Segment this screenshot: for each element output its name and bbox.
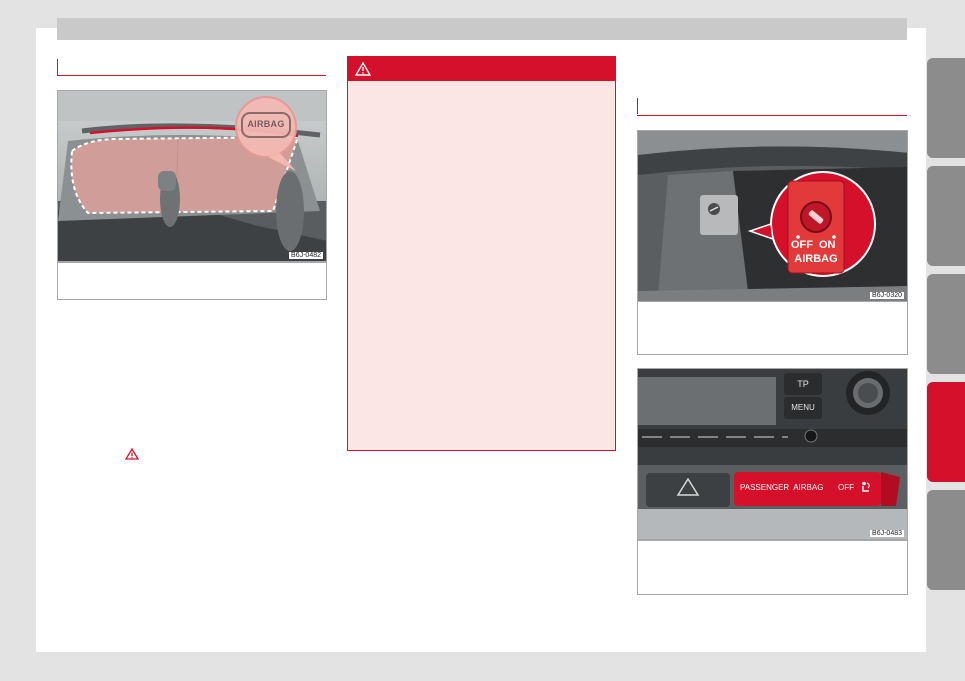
figure-code: B6J-0483 [870, 530, 904, 537]
passenger-seat-icon [862, 481, 870, 492]
curtain-airbag-illustration [58, 91, 326, 261]
airbag-badge-label: AIRBAG [247, 119, 285, 129]
tp-button-label: TP [797, 379, 809, 389]
passenger-airbag-lamp-figure: TP MENU PASSENGER AIRBAG OFF B6J-0483 [637, 368, 908, 540]
menu-button-label: MENU [791, 403, 815, 412]
chapter-tab-3[interactable] [927, 274, 965, 374]
chapter-tab-4-active[interactable] [927, 382, 965, 482]
warning-triangle-icon [355, 62, 371, 76]
manual-page: AIRBAG B6J-0482 OFF ON AIRBAG B6J-0320 T… [0, 0, 965, 681]
chapter-tab-5[interactable] [927, 490, 965, 590]
passenger-airbag-state: OFF [838, 483, 854, 492]
curtain-airbag-caption [57, 262, 327, 300]
chapter-tab-1[interactable] [927, 58, 965, 158]
warning-box [347, 56, 616, 451]
left-heading-tick [57, 59, 58, 75]
chapter-tab-2[interactable] [927, 166, 965, 266]
inline-warning-icon [125, 448, 139, 460]
figure-code: B6J-0320 [870, 292, 904, 299]
passenger-airbag-label: PASSENGER AIRBAG [740, 483, 824, 492]
key-switch-illustration [638, 131, 907, 301]
right-heading-rule [637, 115, 907, 116]
airbag-key-switch-figure: OFF ON AIRBAG B6J-0320 [637, 130, 908, 302]
left-heading-rule [57, 75, 326, 76]
key-switch-caption [637, 301, 908, 355]
dashboard-illustration [638, 369, 907, 539]
passenger-lamp-caption [637, 540, 908, 595]
figure-code: B6J-0482 [289, 252, 323, 259]
curtain-airbag-figure: AIRBAG B6J-0482 [57, 90, 327, 262]
warning-header [348, 57, 615, 81]
switch-airbag-label: AIRBAG [794, 253, 838, 265]
switch-on-label: ON [819, 239, 836, 251]
page-header-bar [57, 18, 907, 40]
switch-off-label: OFF [791, 239, 813, 251]
right-heading-tick [637, 98, 638, 114]
